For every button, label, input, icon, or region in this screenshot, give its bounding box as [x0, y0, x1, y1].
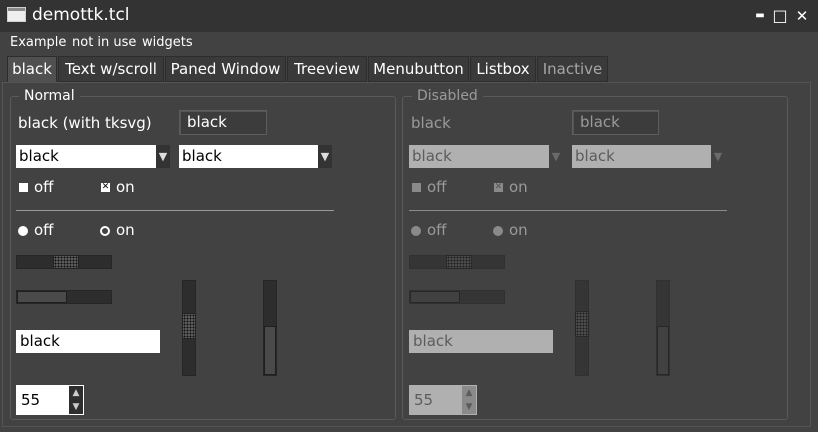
- chevron-down-icon[interactable]: ▼: [156, 145, 170, 168]
- normal-vprogress-fill: [264, 326, 276, 375]
- normal-combobox-1[interactable]: black: [16, 145, 156, 168]
- normal-button[interactable]: black: [179, 110, 267, 135]
- disabled-checkbox-off: [412, 183, 421, 192]
- menu-example[interactable]: Example: [10, 35, 66, 50]
- chevron-down-icon[interactable]: ▼: [318, 145, 332, 168]
- arrow-up-icon: ▲: [462, 386, 476, 400]
- disabled-checkbox-on: ✕: [494, 182, 503, 192]
- disabled-frame-label: Disabled: [412, 88, 483, 104]
- normal-radio-off[interactable]: [18, 226, 28, 236]
- tab-menubutton[interactable]: Menubutton: [368, 56, 469, 82]
- menu-bar: Example not in use widgets: [0, 32, 818, 54]
- minimize-icon[interactable]: ▬: [750, 6, 770, 26]
- tab-text-scroll[interactable]: Text w/scroll: [58, 56, 164, 82]
- menu-not-in-use[interactable]: not in use: [72, 35, 136, 50]
- tab-listbox[interactable]: Listbox: [470, 56, 536, 82]
- disabled-scale-grip: [446, 255, 472, 269]
- arrow-down-icon[interactable]: ▼: [69, 400, 83, 414]
- normal-checkbox-on-label: on: [116, 178, 135, 196]
- menu-widgets[interactable]: widgets: [142, 35, 193, 50]
- disabled-combobox-1: black: [409, 145, 549, 168]
- window-title: demottk.tcl: [32, 5, 130, 25]
- normal-radio-on-label: on: [116, 221, 135, 239]
- normal-vscale-grip[interactable]: [182, 313, 196, 339]
- disabled-entry: black: [409, 330, 553, 353]
- maximize-icon[interactable]: □: [770, 6, 790, 26]
- disabled-checkbox-on-label: on: [509, 178, 528, 196]
- title-bar: demottk.tcl ▬ □ ✕: [0, 0, 818, 33]
- normal-separator: [16, 210, 334, 211]
- disabled-vscale-grip: [575, 311, 589, 337]
- disabled-radio-on: [493, 226, 503, 236]
- tab-black[interactable]: black: [7, 56, 57, 83]
- normal-radio-on[interactable]: [100, 226, 110, 236]
- normal-label: black (with tksvg): [18, 114, 152, 132]
- normal-combobox-2[interactable]: black: [179, 145, 318, 168]
- disabled-button: black: [572, 110, 659, 135]
- close-icon[interactable]: ✕: [792, 6, 812, 26]
- normal-entry[interactable]: black: [16, 330, 160, 353]
- normal-radio-off-label: off: [34, 221, 54, 239]
- disabled-checkbox-off-label: off: [427, 178, 447, 196]
- disabled-label: black: [411, 114, 451, 132]
- disabled-progress-fill: [410, 291, 460, 303]
- disabled-vprogress-fill: [657, 326, 669, 375]
- disabled-radio-off: [411, 226, 421, 236]
- normal-checkbox-off-label: off: [34, 178, 54, 196]
- window-icon: [7, 7, 26, 22]
- tab-inactive[interactable]: Inactive: [537, 56, 608, 82]
- arrow-down-icon: ▼: [462, 400, 476, 414]
- normal-scale-grip[interactable]: [53, 255, 79, 269]
- chevron-down-icon: ▼: [711, 145, 725, 168]
- chevron-down-icon: ▼: [549, 145, 563, 168]
- normal-checkbox-on[interactable]: ✕: [101, 183, 110, 192]
- disabled-radio-off-label: off: [427, 221, 447, 239]
- tab-paned-window[interactable]: Paned Window: [165, 56, 286, 82]
- disabled-radio-on-label: on: [509, 221, 528, 239]
- normal-checkbox-off[interactable]: [19, 183, 28, 192]
- tab-treeview[interactable]: Treeview: [287, 56, 367, 82]
- normal-progress-fill: [17, 291, 67, 303]
- arrow-up-icon[interactable]: ▲: [69, 386, 83, 400]
- disabled-separator: [409, 210, 727, 211]
- normal-frame-label: Normal: [19, 88, 80, 104]
- disabled-combobox-2: black: [572, 145, 711, 168]
